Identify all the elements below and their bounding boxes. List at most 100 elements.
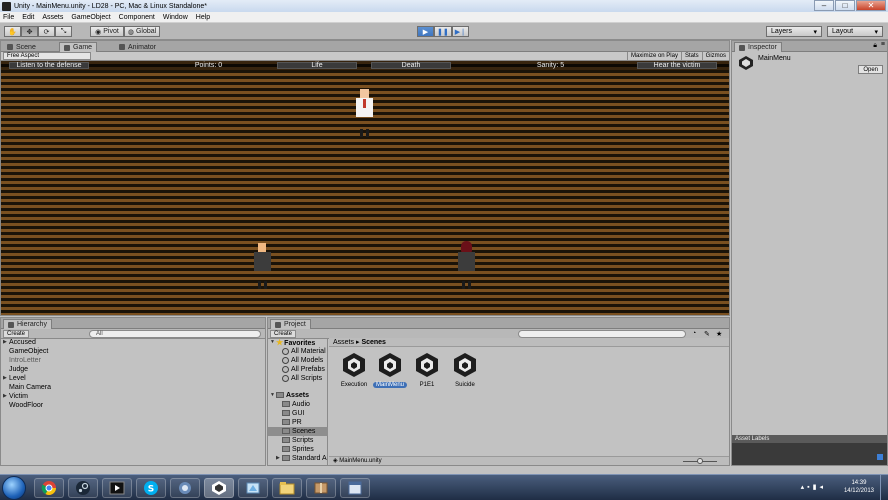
minimize-button[interactable]: – <box>814 0 834 11</box>
pivot-toggles: ◉ Pivot ◍ Global <box>90 26 160 37</box>
menu-window[interactable]: Window <box>163 14 188 21</box>
pivot-button[interactable]: ◉ Pivot <box>90 26 124 37</box>
archive-app-taskbar-icon[interactable] <box>306 478 336 498</box>
menu-assets[interactable]: Assets <box>42 14 63 21</box>
zoom-slider-thumb[interactable] <box>697 458 703 464</box>
lock-icon[interactable]: 🔒︎ <box>873 42 877 50</box>
project-search-input[interactable] <box>518 330 686 338</box>
unity-logo-icon <box>739 56 753 70</box>
skype-taskbar-icon[interactable]: S <box>136 478 166 498</box>
zoom-slider[interactable] <box>683 458 717 464</box>
scene-asset-label: P1E1 <box>419 382 435 388</box>
folder-item[interactable]: GUI <box>268 409 304 418</box>
tab-scene-label: Scene <box>16 43 36 51</box>
folder-item-selected[interactable]: Scenes <box>268 427 328 436</box>
system-clock[interactable]: 14:39 14/12/2013 <box>844 479 874 495</box>
close-button[interactable]: ✕ <box>856 0 886 11</box>
menu-component[interactable]: Component <box>119 14 155 21</box>
folder-item[interactable]: PR <box>268 418 302 427</box>
move-tool-button[interactable]: ✥ <box>21 26 38 37</box>
tab-scene[interactable]: Scene <box>3 42 40 52</box>
hierarchy-search-input[interactable]: All <box>89 330 261 338</box>
tab-project[interactable]: Project <box>270 319 311 329</box>
tab-inspector-label: Inspector <box>748 44 777 51</box>
show-desktop-button[interactable] <box>880 475 888 500</box>
menu-gameobject[interactable]: GameObject <box>71 14 110 21</box>
scene-asset-mainmenu[interactable]: MainMenu <box>373 351 408 388</box>
tray-icons[interactable]: ▴▪▮◂ <box>801 483 826 491</box>
play-button[interactable]: ▶ <box>417 26 434 37</box>
play-controls: ▶ ❚❚ ▶❘ <box>417 26 469 37</box>
scale-tool-button[interactable]: ⤡ <box>55 26 72 37</box>
folder-item[interactable]: ▶ Standard A <box>268 454 327 463</box>
menu-edit[interactable]: Edit <box>22 14 34 21</box>
layout-label: Layout <box>832 28 854 35</box>
favorite-item[interactable]: All Prefabs <box>268 365 325 374</box>
folder-item[interactable]: Sprites <box>268 445 314 454</box>
filter-label-icon[interactable]: ✎ <box>704 330 710 338</box>
breadcrumb-assets[interactable]: Assets <box>333 339 354 346</box>
scene-asset-execution[interactable]: Execution <box>337 351 371 388</box>
hierarchy-toolbar: Create All <box>1 329 265 339</box>
layers-dropdown[interactable]: Layers ▾ <box>766 26 822 37</box>
favorite-star-icon[interactable]: ★ <box>716 330 722 338</box>
hierarchy-item[interactable]: IntroLetter <box>1 356 41 365</box>
rotate-tool-button[interactable]: ⟳ <box>38 26 55 37</box>
tab-game[interactable]: Game <box>59 42 98 52</box>
start-button[interactable] <box>2 476 26 500</box>
game-canvas[interactable]: Listen to the defense Points: 0 Life Dea… <box>1 61 729 315</box>
listen-label: Listen to the defense <box>16 62 82 69</box>
favorite-item[interactable]: All Scripts <box>268 374 322 383</box>
hierarchy-item[interactable]: GameObject <box>1 347 48 356</box>
hierarchy-item[interactable]: ▶ Victim <box>1 392 28 401</box>
breadcrumb-scenes[interactable]: Scenes <box>361 339 386 346</box>
tab-hierarchy[interactable]: Hierarchy <box>3 319 52 329</box>
app-window-taskbar-icon[interactable] <box>340 478 370 498</box>
stats-toggle[interactable]: Stats <box>680 52 702 61</box>
scene-asset-label: Suicide <box>455 382 475 388</box>
hierarchy-panel: Hierarchy Create All ▶ Accused GameObject… <box>0 317 266 466</box>
assets-header[interactable]: ▼ Assets <box>268 391 309 400</box>
aspect-dropdown[interactable]: Free Aspect <box>3 52 91 60</box>
favorite-item[interactable]: All Models <box>268 356 323 365</box>
hierarchy-item[interactable]: Main Camera <box>1 383 51 392</box>
explorer-taskbar-icon[interactable] <box>272 478 302 498</box>
label-tag-icon[interactable] <box>877 454 883 460</box>
favorite-item[interactable]: All Material <box>268 347 326 356</box>
menu-file[interactable]: File <box>3 14 14 21</box>
filter-type-icon[interactable]: ◔ <box>692 330 696 337</box>
game-panel: Scene Game Animator Free Aspect Maximize… <box>0 40 730 316</box>
pause-button[interactable]: ❚❚ <box>434 26 452 37</box>
steam-taskbar-icon[interactable] <box>68 478 98 498</box>
tab-animator[interactable]: Animator <box>115 42 160 52</box>
scene-asset-p1e1[interactable]: P1E1 <box>410 351 444 388</box>
globe-icon: ◍ <box>127 28 134 36</box>
media-player-taskbar-icon[interactable] <box>102 478 132 498</box>
step-button[interactable]: ▶❘ <box>451 26 469 37</box>
unity-taskbar-icon[interactable] <box>204 478 234 498</box>
maximize-on-play-toggle[interactable]: Maximize on Play <box>626 52 681 61</box>
hand-tool-button[interactable]: ✋ <box>4 26 21 37</box>
open-button[interactable]: Open <box>858 65 883 74</box>
chrome-taskbar-icon[interactable] <box>34 478 64 498</box>
layout-dropdown[interactable]: Layout ▾ <box>827 26 883 37</box>
menu-icon[interactable]: ≡ <box>881 41 885 48</box>
hierarchy-item[interactable]: WoodFloor <box>1 401 43 410</box>
project-create-button[interactable]: Create <box>270 330 297 338</box>
hierarchy-create-button[interactable]: Create <box>3 330 30 338</box>
paint-app-taskbar-icon[interactable] <box>238 478 268 498</box>
menu-help[interactable]: Help <box>196 14 210 21</box>
transform-tools: ✋ ✥ ⟳ ⤡ <box>4 26 72 37</box>
folder-item[interactable]: Audio <box>268 400 310 409</box>
gizmos-toggle[interactable]: Gizmos <box>701 52 729 61</box>
network-app-taskbar-icon[interactable] <box>170 478 200 498</box>
favorites-header[interactable]: ▼ ★Favorites <box>268 338 315 347</box>
hierarchy-item[interactable]: ▶ Level <box>1 374 26 383</box>
folder-item[interactable]: Scripts <box>268 436 313 445</box>
hierarchy-item[interactable]: Judge <box>1 365 28 374</box>
maximize-button[interactable]: □ <box>835 0 855 11</box>
tab-inspector[interactable]: Inspector <box>734 42 782 52</box>
scene-asset-suicide[interactable]: Suicide <box>448 351 482 388</box>
global-button[interactable]: ◍ Global <box>124 26 160 37</box>
hierarchy-item[interactable]: ▶ Accused <box>1 338 36 347</box>
